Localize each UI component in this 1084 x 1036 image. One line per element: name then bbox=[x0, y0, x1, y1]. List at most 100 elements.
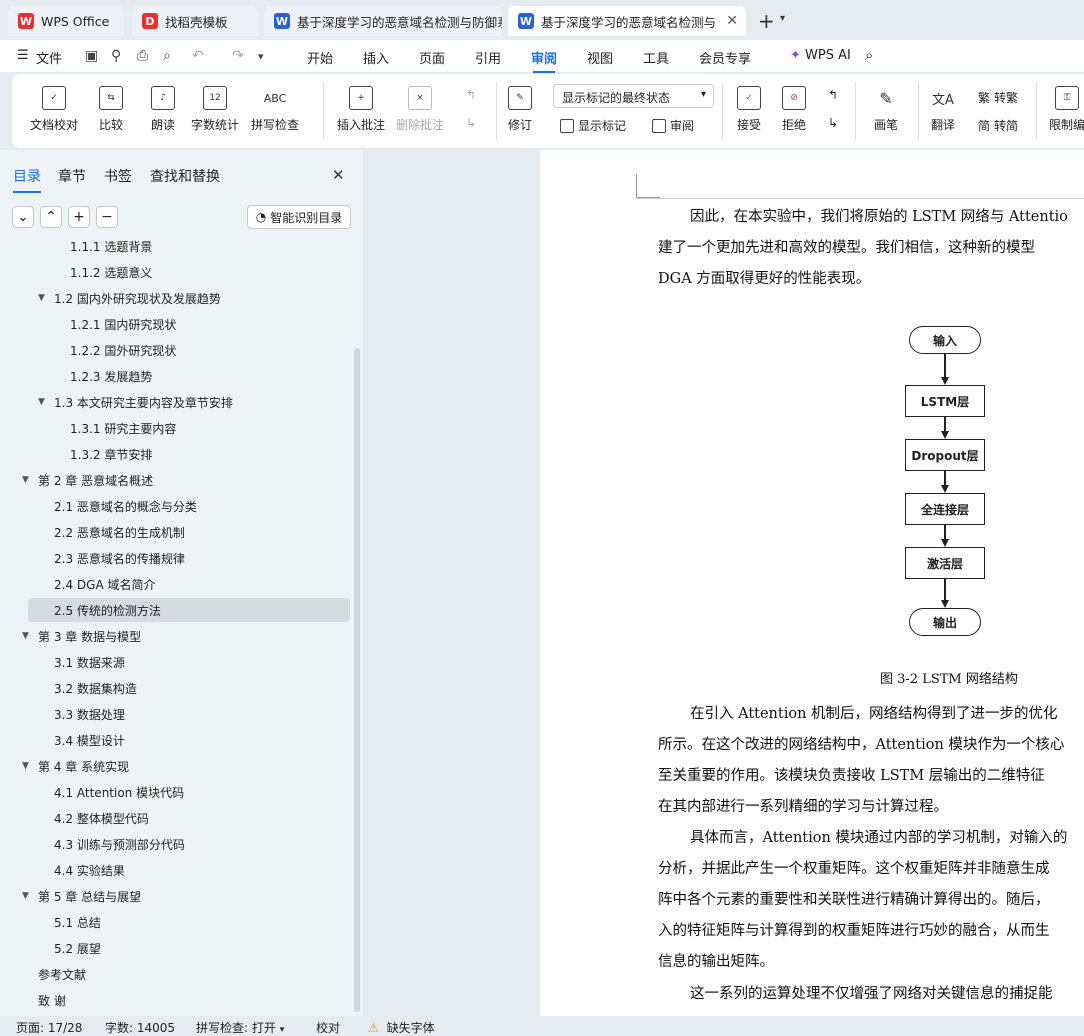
expand-toggle-icon[interactable]: ▼ bbox=[22, 475, 29, 485]
menu-home[interactable]: 开始 bbox=[307, 48, 333, 67]
track-changes-button[interactable]: ✎ 修订 bbox=[508, 86, 532, 133]
toc-item[interactable]: 1.1.1 选题背景 bbox=[0, 240, 350, 258]
show-markup-button[interactable]: 显示标记 bbox=[560, 117, 626, 134]
menu-file[interactable]: 文件 bbox=[36, 48, 62, 67]
toc-item[interactable]: 2.4 DGA 域名简介 bbox=[0, 572, 350, 596]
menu-references[interactable]: 引用 bbox=[475, 48, 501, 67]
menu-insert[interactable]: 插入 bbox=[363, 48, 389, 67]
toc-item[interactable]: ▼ 1.3 本文研究主要内容及章节安排 bbox=[0, 390, 350, 414]
quick-access-more-icon[interactable]: ▾ bbox=[258, 50, 264, 63]
read-aloud-button[interactable]: ♪ 朗读 bbox=[151, 86, 175, 133]
insert-comment-button[interactable]: + 插入批注 bbox=[337, 86, 385, 133]
tab-document-2[interactable]: W 基于深度学习的恶意域名检测与 ✕ bbox=[508, 6, 746, 36]
expand-toggle-icon[interactable]: ▼ bbox=[22, 761, 29, 771]
toc-item[interactable]: 1.2.1 国内研究现状 bbox=[0, 312, 350, 336]
close-tab-icon[interactable]: ✕ bbox=[726, 13, 738, 29]
toc-item[interactable]: 4.2 整体模型代码 bbox=[0, 806, 350, 830]
tab-document-1[interactable]: W 基于深度学习的恶意域名检测与防御系 bbox=[264, 6, 502, 36]
share-icon[interactable]: ⚲ bbox=[111, 48, 121, 64]
hamburger-icon[interactable]: ☰ bbox=[17, 48, 29, 63]
proofread-indicator[interactable]: 校对 bbox=[316, 1019, 340, 1036]
toc-item[interactable]: 4.1 Attention 模块代码 bbox=[0, 780, 350, 804]
close-pane-icon[interactable]: ✕ bbox=[332, 166, 345, 184]
menu-view[interactable]: 视图 bbox=[587, 48, 613, 67]
next-change-icon[interactable]: ↳ bbox=[828, 116, 838, 130]
tab-list-dropdown-icon[interactable]: ▾ bbox=[780, 13, 785, 24]
toc-item[interactable]: 1.2.3 发展趋势 bbox=[0, 364, 350, 388]
toc-item[interactable]: 1.2.2 国外研究现状 bbox=[0, 338, 350, 362]
new-tab-button[interactable]: + bbox=[758, 9, 775, 33]
menu-review[interactable]: 审阅 bbox=[531, 48, 557, 73]
toc-item[interactable]: 3.1 数据来源 bbox=[0, 650, 350, 674]
toc-item[interactable]: ▼ 第 2 章 恶意域名概述 bbox=[0, 468, 350, 492]
menu-page[interactable]: 页面 bbox=[419, 48, 445, 67]
toc-item[interactable]: ▼ 第 4 章 系统实现 bbox=[0, 754, 350, 778]
accept-button[interactable]: ✓ 接受 bbox=[737, 86, 761, 133]
review-pane-button[interactable]: 审阅 bbox=[652, 117, 694, 134]
tab-find-replace[interactable]: 查找和替换 bbox=[150, 166, 220, 186]
page-indicator[interactable]: 页面: 17/28 bbox=[16, 1019, 82, 1036]
toc-item[interactable]: 2.2 恶意域名的生成机制 bbox=[0, 520, 350, 544]
remove-heading-button[interactable]: − bbox=[96, 206, 118, 228]
next-comment-icon[interactable]: ↳ bbox=[466, 116, 476, 130]
tab-wps-office[interactable]: W WPS Office bbox=[8, 6, 124, 36]
expand-all-button[interactable]: ⌄ bbox=[12, 206, 34, 228]
toc-item[interactable]: 2.1 恶意域名的概念与分类 bbox=[0, 494, 350, 518]
expand-toggle-icon[interactable]: ▼ bbox=[22, 631, 29, 641]
toc-item[interactable]: 5.1 总结 bbox=[0, 910, 350, 934]
expand-toggle-icon[interactable]: ▼ bbox=[22, 891, 29, 901]
translate-button[interactable]: 文A 翻译 bbox=[931, 86, 955, 133]
redo-icon[interactable]: ↷ bbox=[232, 48, 244, 64]
tab-sections[interactable]: 章节 bbox=[58, 166, 86, 186]
missing-font-indicator[interactable]: ⚠ 缺失字体 bbox=[368, 1019, 435, 1036]
word-count-indicator[interactable]: 字数: 14005 bbox=[105, 1019, 175, 1036]
toc-item[interactable]: 2.5 传统的检测方法 bbox=[28, 598, 350, 622]
toc-item[interactable]: 3.4 模型设计 bbox=[0, 728, 350, 752]
to-simplified-button[interactable]: 简 转简 bbox=[978, 117, 1018, 134]
toc-scrollbar[interactable] bbox=[354, 348, 360, 1012]
toc-item[interactable]: 3.2 数据集构造 bbox=[0, 676, 350, 700]
tab-toc[interactable]: 目录 bbox=[13, 166, 41, 193]
toc-item[interactable]: 4.4 实验结果 bbox=[0, 858, 350, 882]
toc-item[interactable]: 1.1.2 选题意义 bbox=[0, 260, 350, 284]
expand-toggle-icon[interactable]: ▼ bbox=[38, 293, 45, 303]
collapse-all-button[interactable]: ⌃ bbox=[40, 206, 62, 228]
print-icon[interactable]: ⎙ bbox=[137, 48, 148, 64]
markup-state-select[interactable]: 显示标记的最终状态 ▾ bbox=[553, 84, 714, 108]
expand-toggle-icon[interactable]: ▼ bbox=[38, 397, 45, 407]
toc-item[interactable]: 2.3 恶意域名的传播规律 bbox=[0, 546, 350, 570]
delete-comment-button[interactable]: × 删除批注 bbox=[396, 86, 444, 133]
spell-check-button[interactable]: ABC 拼写检查 bbox=[251, 86, 299, 133]
toc-item[interactable]: 3.3 数据处理 bbox=[0, 702, 350, 726]
tab-bookmarks[interactable]: 书签 bbox=[104, 166, 132, 186]
menu-wps-ai[interactable]: ✦ WPS AI bbox=[790, 48, 851, 63]
prev-comment-icon[interactable]: ↰ bbox=[466, 88, 476, 102]
add-heading-button[interactable]: + bbox=[68, 206, 90, 228]
compare-button[interactable]: ⇆ 比较 bbox=[99, 86, 123, 133]
toc-item[interactable]: ▼ 1.2 国内外研究现状及发展趋势 bbox=[0, 286, 350, 310]
menu-tools[interactable]: 工具 bbox=[643, 48, 669, 67]
to-traditional-button[interactable]: 繁 转繁 bbox=[978, 89, 1018, 106]
menu-member[interactable]: 会员专享 bbox=[699, 48, 751, 67]
toc-item[interactable]: 1.3.2 章节安排 bbox=[0, 442, 350, 466]
doc-check-button[interactable]: ✓ 文档校对 bbox=[30, 86, 78, 133]
ink-button[interactable]: ✎ 画笔 bbox=[874, 86, 898, 133]
toc-item[interactable]: 参考文献 bbox=[0, 962, 350, 986]
toc-item[interactable]: ▼ 第 3 章 数据与模型 bbox=[0, 624, 350, 648]
smart-recognize-toc-button[interactable]: ◔ 智能识别目录 bbox=[247, 205, 351, 229]
restrict-edit-button[interactable]: ⚿ 限制编 bbox=[1049, 86, 1084, 133]
prev-change-icon[interactable]: ↰ bbox=[828, 88, 838, 102]
word-count-button[interactable]: 12 字数统计 bbox=[191, 86, 239, 133]
reject-button[interactable]: ⊘ 拒绝 bbox=[782, 86, 806, 133]
toc-item[interactable]: 1.3.1 研究主要内容 bbox=[0, 416, 350, 440]
undo-icon[interactable]: ↶ bbox=[192, 48, 204, 64]
toc-item[interactable]: 4.3 训练与预测部分代码 bbox=[0, 832, 350, 856]
toc-item[interactable]: 致 谢 bbox=[0, 988, 350, 1012]
spell-check-indicator[interactable]: 拼写检查: 打开 ▾ bbox=[196, 1019, 284, 1036]
save-icon[interactable]: ▣ bbox=[85, 48, 98, 64]
tab-docer-templates[interactable]: D 找稻壳模板 bbox=[132, 6, 258, 36]
search-icon[interactable]: ⌕ bbox=[865, 46, 873, 64]
print-preview-icon[interactable]: ⌕ bbox=[163, 48, 171, 64]
toc-item[interactable]: ▼ 第 5 章 总结与展望 bbox=[0, 884, 350, 908]
toc-item[interactable]: 5.2 展望 bbox=[0, 936, 350, 960]
